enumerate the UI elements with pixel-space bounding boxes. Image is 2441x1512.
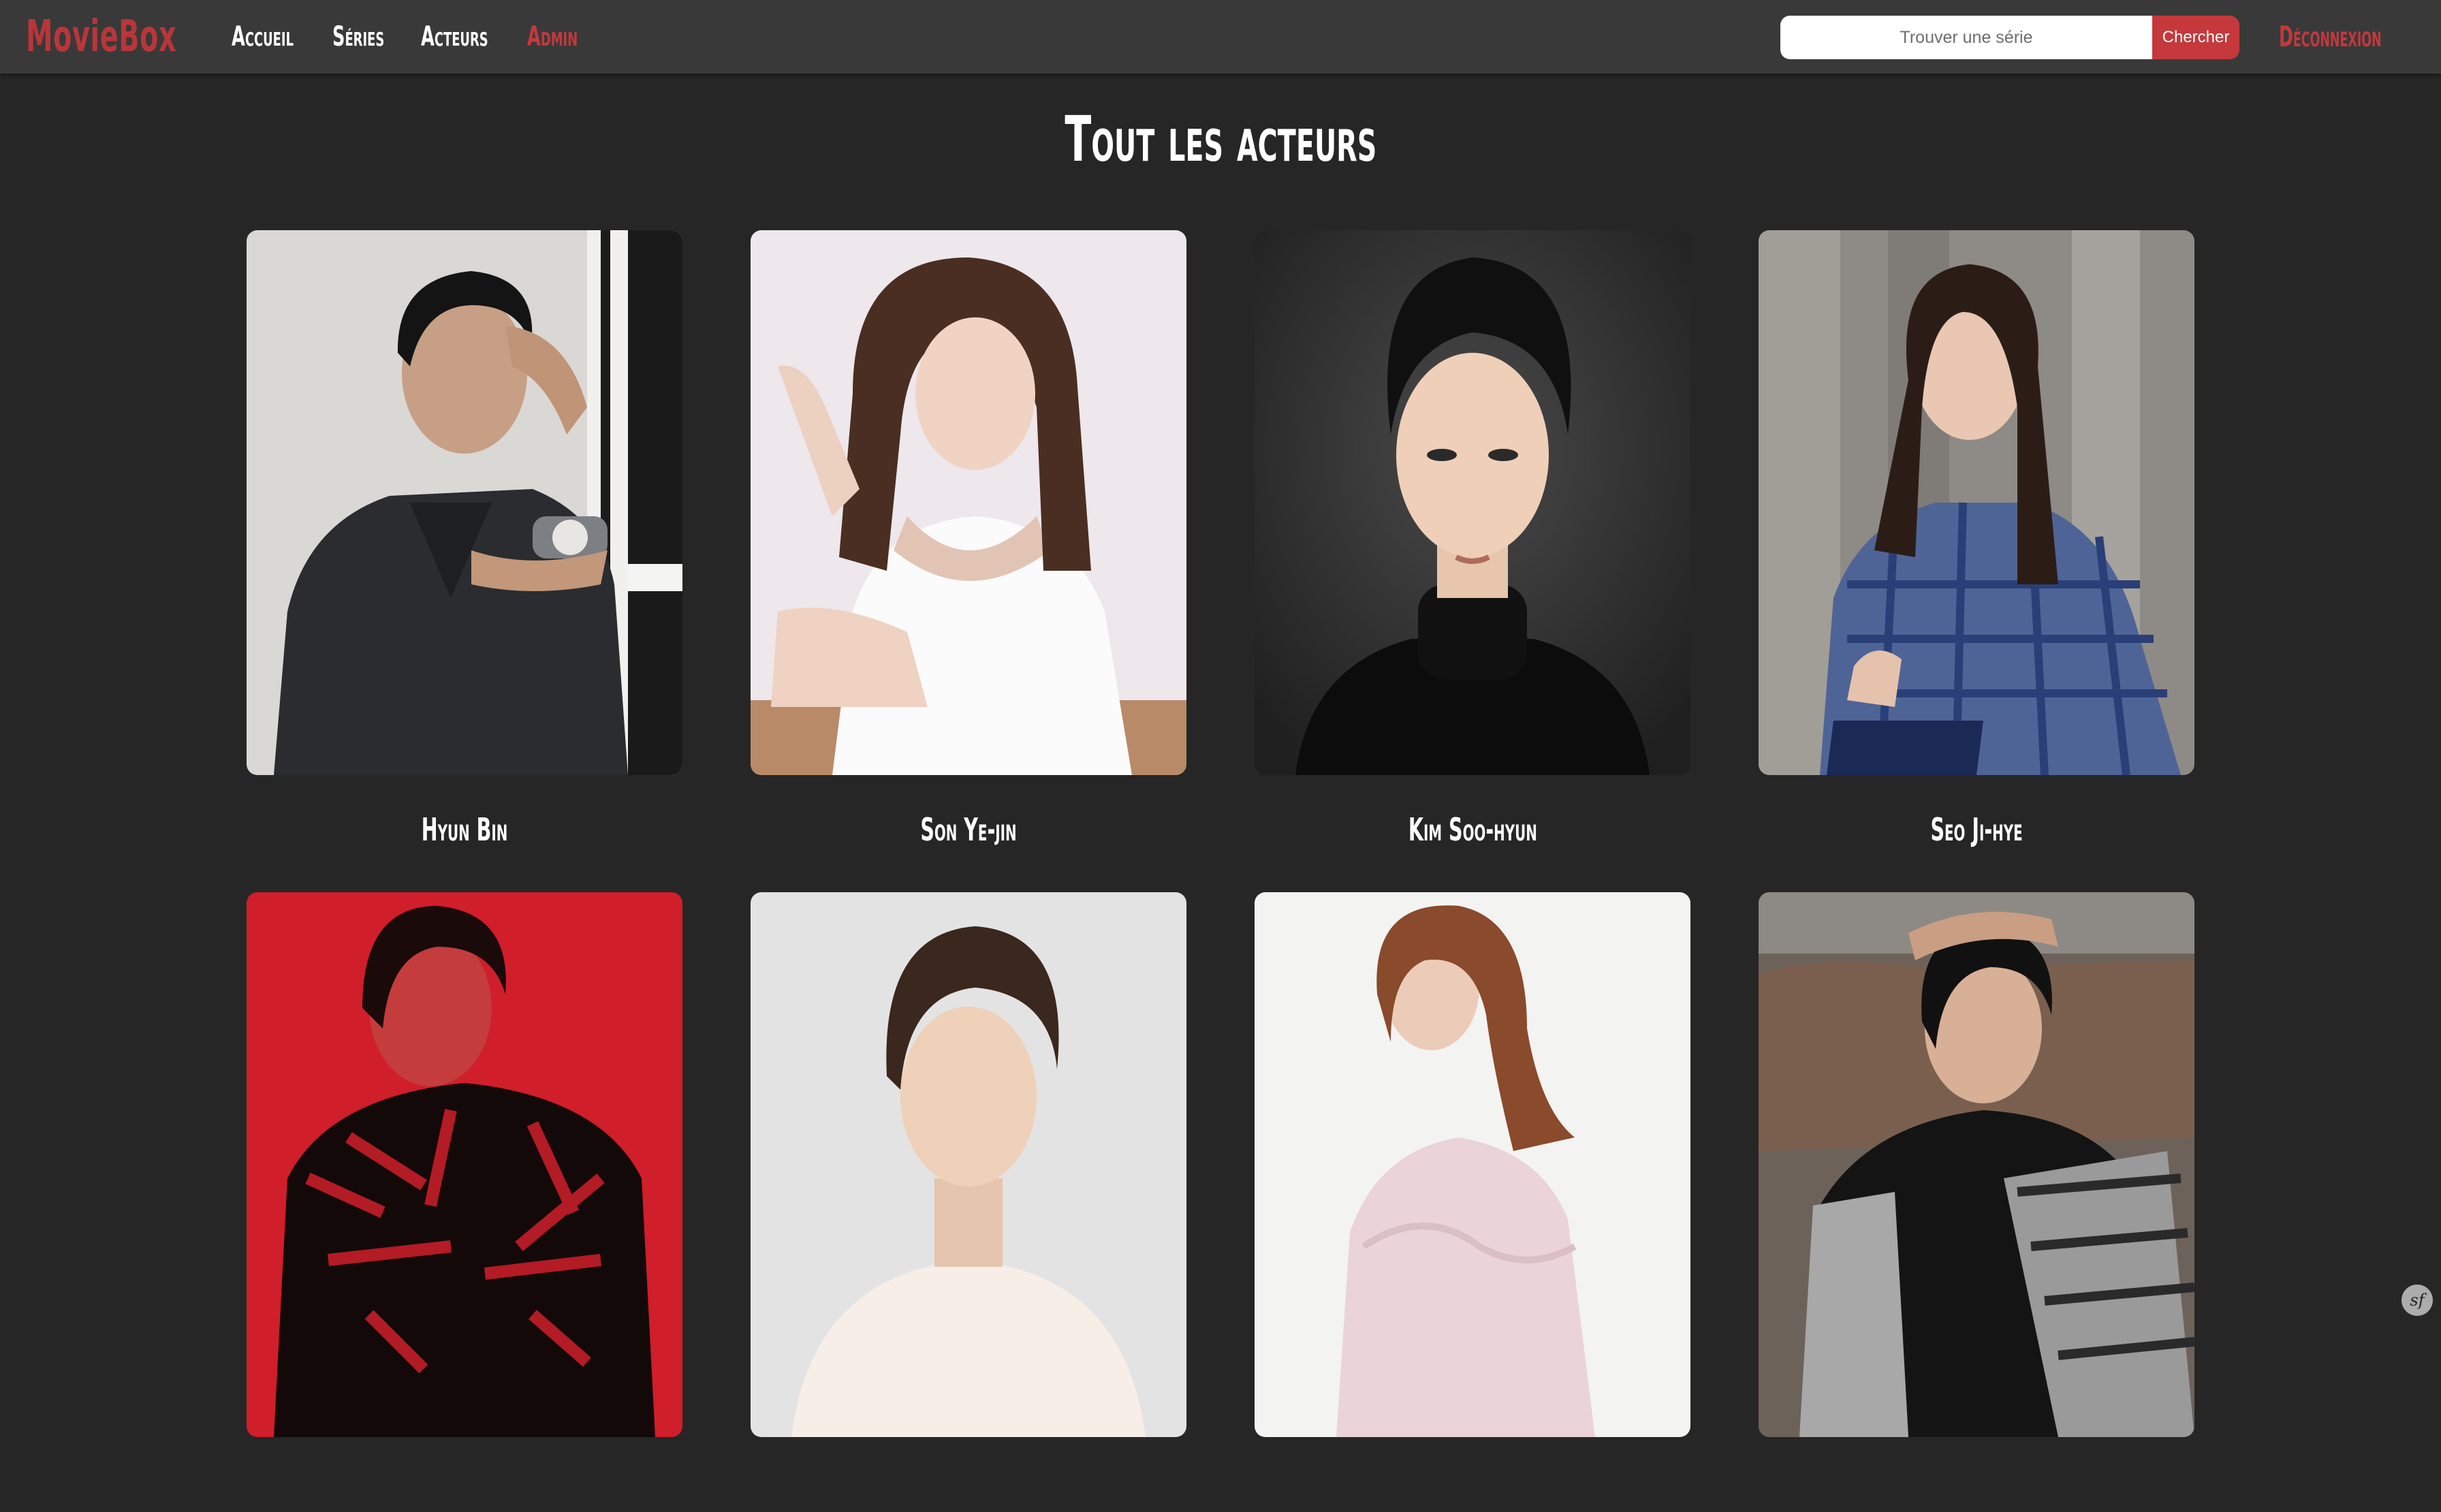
- nav-link-admin[interactable]: Admin: [527, 15, 578, 59]
- nav-link-accueil[interactable]: Accueil: [232, 15, 294, 59]
- actor-name[interactable]: Seo Ji-hye: [1930, 809, 2022, 850]
- actor-name-wrap: Son Ye-jin: [751, 809, 1186, 850]
- actor-photo[interactable]: [751, 892, 1186, 1437]
- actor-photo[interactable]: [1255, 230, 1690, 775]
- symfony-toolbar-icon[interactable]: sf: [2401, 1285, 2433, 1316]
- actor-photo[interactable]: [751, 230, 1186, 775]
- actor-name-wrap: [247, 1471, 682, 1512]
- search-form: Chercher: [1780, 16, 2239, 59]
- actor-photo-image: [1759, 230, 2194, 775]
- actor-photo[interactable]: [247, 892, 682, 1437]
- actor-photo-image: [1255, 230, 1690, 775]
- actor-photo-image: [1759, 892, 2194, 1437]
- actor-name[interactable]: Son Ye-jin: [920, 809, 1016, 850]
- actor-photo[interactable]: [1759, 230, 2194, 775]
- actor-name-wrap: Seo Ji-hye: [1759, 809, 2194, 850]
- actor-photo-image: [1255, 892, 1690, 1437]
- actor-name-wrap: Hyun Bin: [247, 809, 682, 850]
- top-navbar: MovieBox Accueil Séries Acteurs Admin Ch…: [0, 0, 2441, 74]
- actor-photo[interactable]: [1255, 892, 1690, 1437]
- nav-link-acteurs[interactable]: Acteurs: [421, 15, 488, 59]
- actor-name[interactable]: Kim Soo-hyun: [1408, 809, 1537, 850]
- actor-photo[interactable]: [1759, 892, 2194, 1437]
- search-button[interactable]: Chercher: [2152, 16, 2239, 59]
- actor-name-wrap: [1255, 1471, 1690, 1512]
- brand-logo[interactable]: MovieBox: [26, 10, 176, 64]
- actor-name-wrap: Kim Soo-hyun: [1255, 809, 1690, 850]
- actor-name[interactable]: Hyun Bin: [422, 809, 508, 850]
- actor-photo-image: [247, 892, 682, 1437]
- actor-name-wrap: [751, 1471, 1186, 1512]
- search-input[interactable]: [1780, 16, 2152, 59]
- actor-photo-image: [751, 230, 1186, 775]
- page-title: Tout les acteurs: [1065, 103, 1376, 176]
- logout-link[interactable]: Déconnexion: [2279, 15, 2382, 59]
- actor-name-wrap: [1759, 1471, 2194, 1512]
- actor-photo-image: [751, 892, 1186, 1437]
- actor-photo-image: [247, 230, 682, 775]
- nav-link-series[interactable]: Séries: [332, 15, 384, 59]
- actor-photo[interactable]: [247, 230, 682, 775]
- page-title-wrap: Tout les acteurs: [0, 102, 2441, 177]
